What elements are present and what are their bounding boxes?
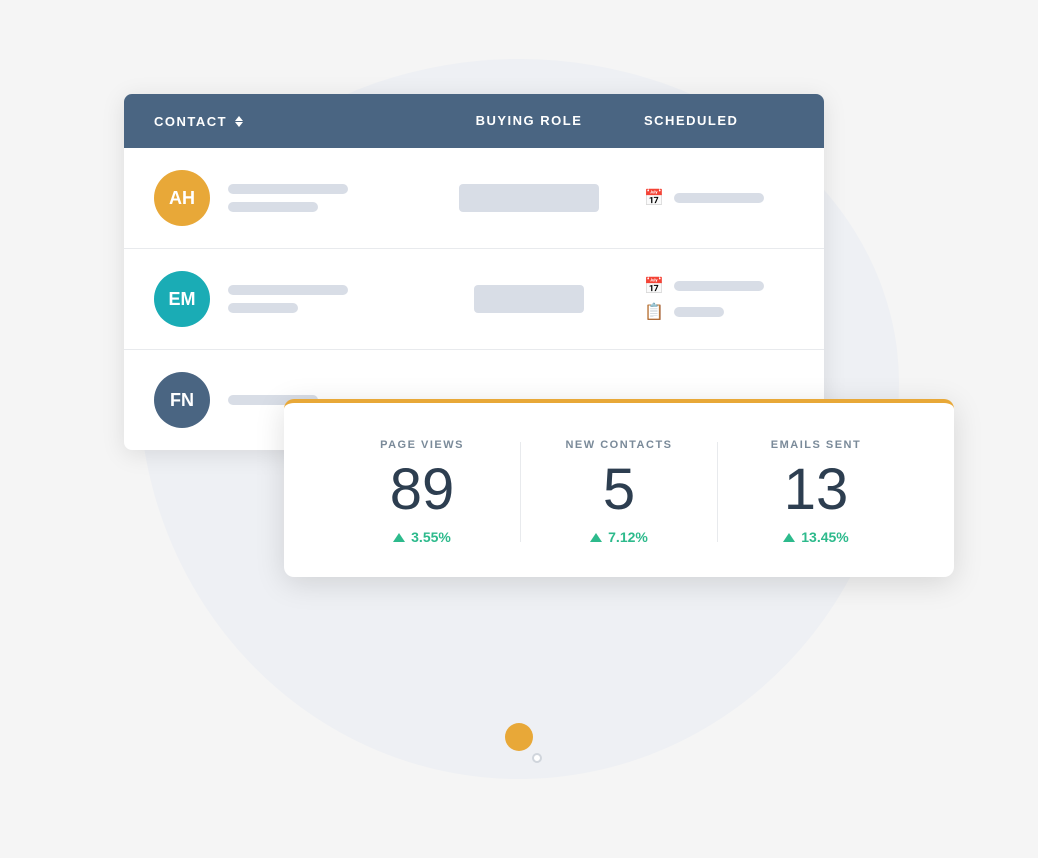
stat-new-contacts-value: 5 <box>603 461 635 519</box>
name-placeholder-bar <box>228 285 348 295</box>
avatar-initials: EM <box>169 289 196 310</box>
sort-icon[interactable] <box>235 116 243 127</box>
contact-cell: EM <box>154 271 414 327</box>
stat-emails-sent-change: 13.45% <box>783 529 848 545</box>
avatar-initials: FN <box>170 390 194 411</box>
scheduled-item-2: 📋 <box>644 302 794 322</box>
stat-new-contacts-label: NEW CONTACTS <box>565 439 672 451</box>
stat-new-contacts-percent: 7.12% <box>608 529 648 545</box>
buying-role-cell <box>414 184 644 212</box>
scheduled-cell: 📅 <box>644 188 794 208</box>
stat-emails-sent-value: 13 <box>784 461 849 519</box>
contacts-table: CONTACT BUYING ROLE SCHEDULED AH <box>124 94 824 450</box>
table-header: CONTACT BUYING ROLE SCHEDULED <box>124 94 824 148</box>
avatar: EM <box>154 271 210 327</box>
detail-placeholder-bar <box>228 202 318 212</box>
stat-new-contacts-change: 7.12% <box>590 529 648 545</box>
buying-role-cell <box>414 285 644 313</box>
scheduled-placeholder-bar <box>674 281 764 291</box>
contact-info <box>228 184 348 212</box>
sort-up-arrow <box>235 116 243 121</box>
contact-cell: AH <box>154 170 414 226</box>
table-row[interactable]: AH 📅 <box>124 148 824 249</box>
stat-page-views-label: PAGE VIEWS <box>380 439 464 451</box>
scheduled-placeholder-bar-2 <box>674 307 724 317</box>
scheduled-placeholder-bar <box>674 193 764 203</box>
stat-emails-sent-label: EMAILS SENT <box>771 439 861 451</box>
trend-up-icon <box>393 533 405 542</box>
stat-page-views: PAGE VIEWS 89 3.55% <box>324 439 520 545</box>
note-icon: 📋 <box>644 302 664 322</box>
name-placeholder-bar <box>228 184 348 194</box>
stat-emails-sent: EMAILS SENT 13 13.45% <box>718 439 914 545</box>
decorative-dot-orange <box>505 723 533 751</box>
contact-header-label: CONTACT <box>154 114 227 129</box>
stat-page-views-percent: 3.55% <box>411 529 451 545</box>
scheduled-header-label: SCHEDULED <box>644 113 738 128</box>
buying-role-header-label: BUYING ROLE <box>476 113 583 128</box>
stat-emails-sent-percent: 13.45% <box>801 529 848 545</box>
sort-down-arrow <box>235 122 243 127</box>
stat-new-contacts: NEW CONTACTS 5 7.12% <box>521 439 717 545</box>
scene: CONTACT BUYING ROLE SCHEDULED AH <box>69 39 969 819</box>
avatar: FN <box>154 372 210 428</box>
buying-role-column-header: BUYING ROLE <box>414 112 644 130</box>
table-row[interactable]: EM 📅 📋 <box>124 249 824 350</box>
stats-card: PAGE VIEWS 89 3.55% NEW CONTACTS 5 7.12%… <box>284 399 954 577</box>
scheduled-item: 📅 <box>644 188 794 208</box>
detail-placeholder-bar <box>228 303 298 313</box>
scheduled-column-header: SCHEDULED <box>644 112 794 130</box>
calendar-icon: 📅 <box>644 188 664 208</box>
stat-page-views-value: 89 <box>390 461 455 519</box>
scheduled-item: 📅 <box>644 276 794 296</box>
buying-role-pill <box>459 184 599 212</box>
contact-column-header[interactable]: CONTACT <box>154 114 414 129</box>
buying-role-pill <box>474 285 584 313</box>
scheduled-cell: 📅 📋 <box>644 276 794 322</box>
calendar-icon: 📅 <box>644 276 664 296</box>
trend-up-icon <box>590 533 602 542</box>
contact-info <box>228 285 348 313</box>
stat-page-views-change: 3.55% <box>393 529 451 545</box>
avatar: AH <box>154 170 210 226</box>
decorative-dot-white <box>532 753 542 763</box>
avatar-initials: AH <box>169 188 195 209</box>
trend-up-icon <box>783 533 795 542</box>
